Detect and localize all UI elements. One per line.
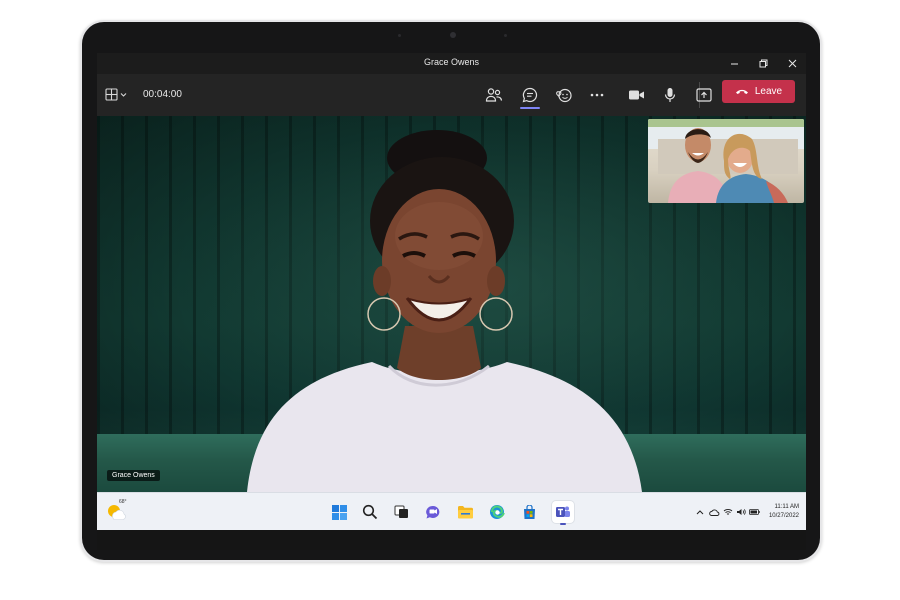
wifi-icon: [723, 509, 733, 515]
volume-tray-button[interactable]: [735, 501, 747, 523]
meeting-toolbar: 00:04:00 Leave: [97, 74, 806, 116]
front-camera: [450, 32, 456, 38]
file-explorer-icon: [457, 506, 473, 519]
teams-app-button[interactable]: [552, 501, 574, 525]
task-view-icon: [394, 505, 408, 518]
running-app-indicator: [560, 523, 566, 525]
windows-taskbar: 68° 11:11 AM 10/27/2022: [97, 492, 806, 531]
camera-button[interactable]: [624, 84, 648, 106]
file-explorer-button[interactable]: [454, 501, 476, 523]
start-button[interactable]: [328, 501, 350, 523]
minimize-button[interactable]: [720, 53, 748, 74]
microphone-button[interactable]: [658, 84, 682, 106]
tablet-device: Grace Owens 00:04:00 Leave Grace Owens 6…: [80, 20, 822, 562]
screen-bottom-bezel: [97, 530, 806, 550]
battery-icon: [748, 509, 760, 515]
edge-browser-button[interactable]: [486, 501, 508, 523]
cloud-icon: [708, 509, 719, 516]
call-timer: 00:04:00: [143, 89, 182, 100]
leave-button[interactable]: Leave: [722, 80, 795, 103]
store-icon: [523, 504, 535, 519]
clock-time: 11:11 AM: [774, 504, 799, 510]
window-titlebar: Grace Owens: [97, 53, 806, 74]
reactions-icon: [556, 88, 572, 103]
close-icon: [788, 59, 796, 68]
volume-icon: [737, 509, 746, 515]
people-icon: [485, 88, 503, 102]
restore-icon: [759, 59, 767, 68]
device-bezel: Grace Owens 00:04:00 Leave Grace Owens 6…: [82, 22, 820, 560]
teams-icon: [556, 506, 570, 517]
leave-label: Leave: [754, 86, 783, 97]
microsoft-store-button[interactable]: [518, 501, 540, 523]
clock-date: 10/27/2022: [768, 513, 799, 519]
layout-button[interactable]: [103, 85, 131, 105]
onedrive-tray-button[interactable]: [708, 501, 720, 523]
weather-temperature: 68°: [119, 499, 127, 505]
chat-icon: [426, 505, 440, 518]
battery-tray-button[interactable]: [748, 501, 760, 523]
edge-icon: [490, 505, 505, 519]
chat-app-button[interactable]: [422, 501, 444, 523]
system-clock[interactable]: 11:11 AM 10/27/2022: [769, 503, 799, 521]
mic-icon: [664, 88, 676, 102]
window-title: Grace Owens: [423, 57, 480, 67]
participant-name-tag: Grace Owens: [107, 470, 160, 481]
more-options-button[interactable]: [585, 84, 609, 106]
active-tab-indicator: [520, 107, 540, 109]
pip-video-feed: [648, 119, 804, 203]
weather-sun-icon: [108, 505, 126, 520]
restore-button[interactable]: [749, 53, 777, 74]
camera-icon: [628, 90, 644, 100]
screen: Grace Owens 00:04:00 Leave Grace Owens 6…: [97, 53, 806, 550]
search-button[interactable]: [359, 501, 381, 523]
close-button[interactable]: [778, 53, 806, 74]
more-icon: [590, 93, 604, 97]
wifi-tray-button[interactable]: [722, 501, 734, 523]
grid-layout-icon: [105, 88, 127, 101]
chat-button[interactable]: [518, 84, 542, 106]
task-view-button[interactable]: [390, 501, 412, 523]
reactions-button[interactable]: [552, 84, 576, 106]
self-view-video[interactable]: [648, 119, 804, 203]
minimize-icon: [730, 63, 738, 65]
chevron-up-icon: [696, 509, 704, 514]
sensor-dot: [398, 34, 401, 37]
chat-icon: [522, 87, 538, 103]
windows-start-icon: [331, 504, 347, 520]
sensor-dot: [504, 34, 507, 37]
phone-hangup-icon: [735, 89, 748, 94]
show-hidden-icons-button[interactable]: [694, 501, 706, 523]
people-button[interactable]: [482, 84, 506, 106]
main-video: Grace Owens: [97, 116, 806, 492]
share-icon: [696, 88, 712, 102]
search-icon: [362, 504, 378, 520]
share-screen-button[interactable]: [692, 84, 716, 106]
